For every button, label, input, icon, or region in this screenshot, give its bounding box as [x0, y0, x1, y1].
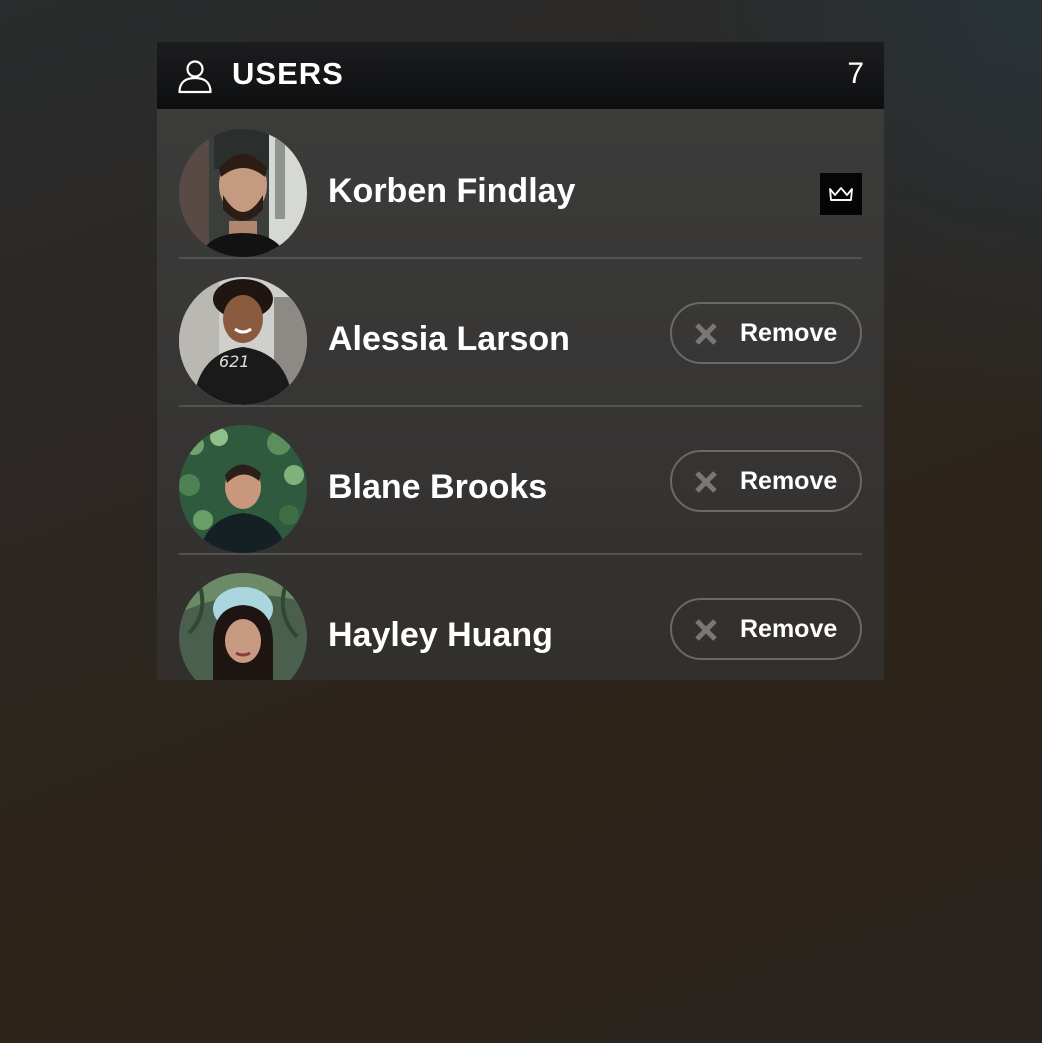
- user-count: 7: [847, 57, 864, 90]
- user-outline-icon: [178, 60, 212, 94]
- remove-button[interactable]: Remove: [670, 450, 862, 512]
- owner-badge: [820, 173, 862, 215]
- remove-button[interactable]: Remove: [670, 302, 862, 364]
- remove-button-label: Remove: [740, 615, 838, 643]
- svg-text:621: 621: [219, 352, 250, 371]
- user-list: Korben Findlay 621 Alessia Larson Remove…: [157, 109, 884, 680]
- list-item: 621 Alessia Larson Remove: [179, 257, 862, 405]
- remove-button-label: Remove: [740, 319, 838, 347]
- close-icon: [695, 471, 717, 493]
- list-item: Hayley Huang Remove: [179, 553, 862, 680]
- close-icon: [695, 323, 717, 345]
- crown-icon: [829, 187, 853, 201]
- list-item: Korben Findlay: [179, 109, 862, 257]
- list-item: Blane Brooks Remove: [179, 405, 862, 553]
- remove-button[interactable]: Remove: [670, 598, 862, 660]
- avatar: [179, 573, 307, 680]
- panel-title: USERS: [232, 56, 344, 91]
- user-name: Korben Findlay: [328, 172, 576, 210]
- user-name: Blane Brooks: [328, 468, 548, 506]
- avatar: [179, 129, 307, 257]
- close-icon: [695, 619, 717, 641]
- remove-button-label: Remove: [740, 467, 838, 495]
- avatar: [179, 425, 307, 553]
- user-name: Alessia Larson: [328, 320, 570, 358]
- panel-header: USERS 7: [157, 42, 884, 109]
- users-panel: USERS 7 Korben Findlay 621 Alessia Larso…: [157, 42, 884, 680]
- user-name: Hayley Huang: [328, 616, 553, 654]
- avatar: 621: [179, 277, 307, 405]
